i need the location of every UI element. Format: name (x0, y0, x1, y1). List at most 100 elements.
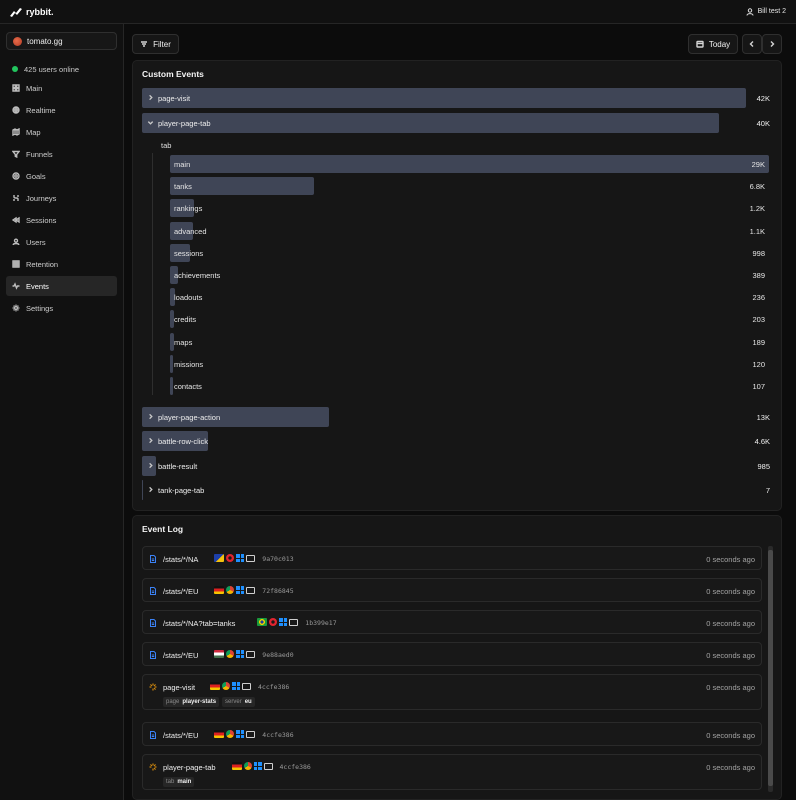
user-id[interactable]: 9e88aed0 (262, 651, 293, 659)
chevron-right-icon (149, 94, 153, 101)
property-value-row[interactable]: sessions 998 (170, 243, 769, 262)
user-icon (12, 238, 20, 246)
user-id[interactable]: 72f86845 (262, 587, 293, 595)
event-log-scrollbar[interactable] (768, 546, 773, 792)
sidebar-item-users[interactable]: Users (6, 232, 117, 252)
user-id[interactable]: 4ccfe386 (258, 683, 289, 691)
event-log-item[interactable]: /stats/*/NA?tab=tanks 1b399e17 0 seconds a… (142, 610, 762, 634)
chrome-browser-icon (226, 730, 235, 738)
user-id[interactable]: 1b399e17 (305, 619, 336, 627)
top-bar: rybbit. Bill test 2 (0, 0, 796, 24)
sidebar-item-label: Journeys (26, 193, 57, 203)
property-value-row[interactable]: rankings 1.2K (170, 199, 769, 218)
activity-icon (12, 282, 20, 290)
property-value-name: tanks (174, 182, 192, 192)
property-value-name: loadouts (174, 293, 203, 303)
event-log-item[interactable]: page-visit 4ccfe386 0 seconds ago page playe… (142, 674, 762, 710)
event-log-item[interactable]: /stats/*/EU 9e88aed0 0 seconds ago (142, 642, 762, 666)
sidebar-item-label: Realtime (26, 105, 56, 115)
event-log-item[interactable]: /stats/*/EU 72f86845 0 seconds ago (142, 578, 762, 602)
property-value-row[interactable]: loadouts 236 (170, 288, 769, 307)
sidebar-item-settings[interactable]: Settings (6, 298, 117, 318)
sidebar-item-goals[interactable]: Goals (6, 166, 117, 186)
event-log-item[interactable]: /stats/*/NA 9a70c013 0 seconds ago (142, 546, 762, 570)
property-value-row[interactable]: missions 120 (170, 354, 769, 373)
property-value-count: 389 (752, 271, 765, 280)
funnel-icon (12, 150, 20, 158)
file-icon (150, 651, 156, 659)
brand-logo[interactable]: rybbit. (10, 7, 54, 17)
country-flag-icon (214, 650, 225, 658)
event-name: tank-page-tab (158, 486, 205, 495)
property-value-row[interactable]: maps 189 (170, 332, 769, 351)
device-info (214, 554, 256, 562)
windows-icon (253, 762, 262, 770)
event-path: player-page-tab (163, 763, 216, 772)
sidebar-item-events[interactable]: Events (6, 276, 117, 296)
event-count: 40K (756, 119, 770, 128)
desktop-icon (246, 554, 256, 562)
sidebar-item-label: Main (26, 83, 43, 93)
property-value-row[interactable]: contacts 107 (170, 377, 769, 395)
sidebar-item-retention[interactable]: Retention (6, 254, 117, 274)
scrollbar-thumb[interactable] (768, 550, 773, 786)
property-value-name: achievements (174, 271, 221, 280)
property-value-row[interactable]: advanced 1.1K (170, 221, 769, 240)
property-value-count: 6.8K (749, 182, 765, 192)
event-log-item[interactable]: /stats/*/EU 4ccfe386 0 seconds ago (142, 722, 762, 746)
property-value-bar (170, 354, 173, 373)
previous-period-button[interactable] (742, 34, 762, 54)
sidebar-item-realtime[interactable]: Realtime (6, 100, 117, 120)
property-value-row[interactable]: credits 203 (170, 310, 769, 329)
user-id[interactable]: 4ccfe386 (280, 763, 311, 771)
event-log-item[interactable]: player-page-tab 4ccfe386 0 seconds ago tab m… (142, 754, 762, 790)
date-picker-button[interactable]: Today (688, 34, 738, 54)
sidebar-item-main[interactable]: Main (6, 78, 117, 98)
property-value-row[interactable]: achievements 389 (170, 266, 769, 284)
user-id[interactable]: 9a70c013 (262, 555, 293, 563)
event-row[interactable]: page-visit 42K (142, 88, 772, 108)
chevron-right-icon (149, 486, 153, 493)
event-row[interactable]: player-page-tab 40K (142, 113, 772, 133)
event-row[interactable]: tank-page-tab 7 (142, 480, 772, 500)
property-value-count: 189 (752, 337, 765, 347)
event-count: 4.6K (754, 437, 770, 446)
event-log-card: Event Log /stats/*/NA 9a70c013 0 seconds a… (132, 515, 782, 800)
sparkle-icon (149, 683, 157, 691)
sidebar-item-map[interactable]: Map (6, 122, 117, 142)
rewind-icon (12, 216, 20, 224)
event-name: page-visit (158, 94, 191, 103)
map-icon (12, 128, 20, 136)
chrome-browser-icon (226, 586, 235, 594)
sidebar-item-funnels[interactable]: Funnels (6, 144, 117, 164)
property-value-row[interactable]: main 29K (170, 155, 769, 173)
sidebar-item-sessions[interactable]: Sessions (6, 210, 117, 230)
sidebar-item-journeys[interactable]: Journeys (6, 188, 117, 208)
property-value-name: advanced (174, 226, 207, 236)
event-name: battle-result (158, 462, 198, 471)
calendar-icon (696, 40, 704, 48)
user-id[interactable]: 4ccfe386 (262, 731, 293, 739)
online-users[interactable]: 425 users online (6, 62, 117, 76)
property-value-row[interactable]: tanks 6.8K (170, 177, 769, 196)
chevron-left-icon (749, 41, 754, 47)
event-row[interactable]: battle-result 985 (142, 456, 772, 476)
site-name: tomato.gg (27, 36, 63, 46)
toolbar: Filter Today (132, 34, 782, 54)
property-value-count: 1.2K (749, 204, 765, 214)
event-row[interactable]: player-page-action 13K (142, 407, 772, 427)
property-value-name: maps (174, 337, 193, 347)
property-value-name: contacts (174, 382, 202, 391)
desktop-icon (246, 586, 256, 594)
event-count: 985 (757, 462, 770, 471)
filter-button[interactable]: Filter (132, 34, 179, 54)
sidebar-item-label: Sessions (26, 215, 57, 225)
next-period-button[interactable] (762, 34, 782, 54)
user-menu[interactable]: Bill test 2 (746, 7, 786, 16)
user-icon (746, 7, 754, 16)
property-value-bar (170, 377, 173, 395)
device-info (214, 730, 256, 738)
site-selector[interactable]: tomato.gg (6, 32, 117, 50)
sidebar-item-label: Settings (26, 303, 54, 313)
event-row[interactable]: battle-row-click 4.6K (142, 431, 772, 451)
